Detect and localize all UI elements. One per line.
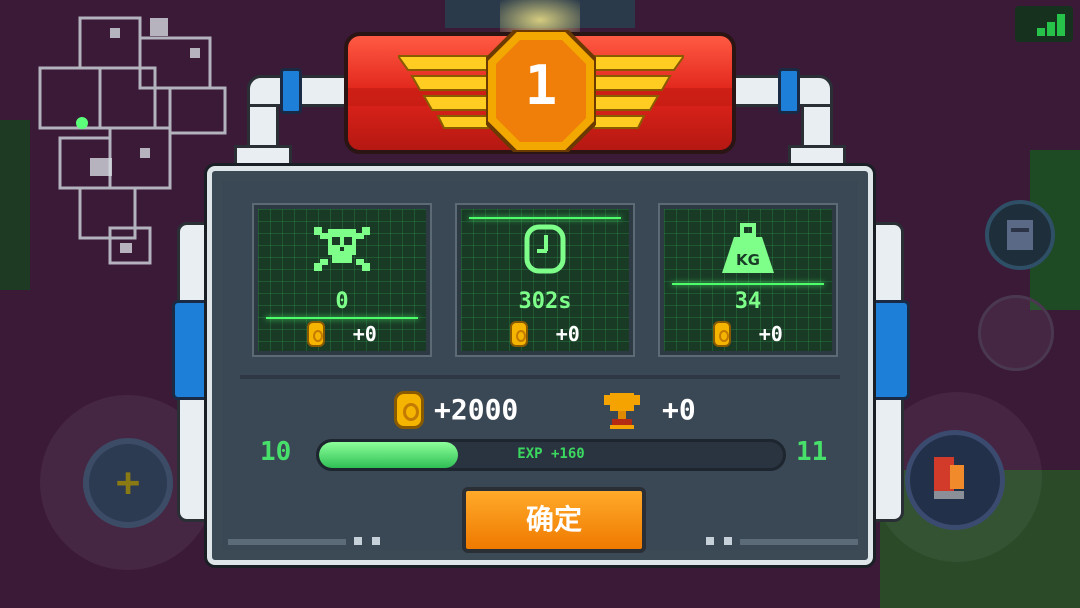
experience-bar: EXP +160 — [316, 439, 786, 471]
player-marker-icon — [76, 117, 88, 129]
screen-scanline — [266, 317, 418, 319]
kills-stat-box: 0 +0 — [252, 203, 432, 357]
trophy-total: +0 — [662, 393, 696, 426]
coin-icon — [713, 321, 732, 347]
screen-scanline — [469, 217, 621, 219]
game-screen: + 0 +0 302s +0 KG 34 +0 +2000 +0 10 EXP … — [0, 0, 1080, 608]
joystick-knob[interactable]: + — [83, 438, 173, 528]
time-stat-box: 302s +0 — [455, 203, 635, 357]
time-reward-text: +0 — [555, 322, 580, 346]
gold-total: +2000 — [434, 393, 519, 426]
coin-icon — [307, 321, 326, 347]
rank-badge: 1 — [484, 28, 598, 154]
confirm-button[interactable]: 确定 — [462, 487, 646, 553]
gold-coin-icon — [394, 391, 424, 429]
time-value: 302s — [518, 289, 572, 314]
footer-dot — [706, 537, 714, 545]
attack-button[interactable] — [905, 430, 1005, 530]
totals-row: +2000 +0 — [222, 387, 858, 431]
footer-strip-left — [228, 539, 346, 545]
time-reward: +0 — [461, 321, 629, 349]
screen-scanline — [672, 283, 824, 285]
weapon-swap-button[interactable] — [978, 295, 1054, 371]
weight-reward-text: +0 — [758, 322, 783, 346]
weapon-icon — [934, 457, 964, 499]
results-panel: 0 +0 302s +0 KG 34 +0 +2000 +0 10 EXP +1… — [207, 166, 873, 565]
weight-value: 34 — [734, 289, 762, 314]
kg-label: KG — [736, 251, 760, 269]
clock-icon — [513, 223, 577, 279]
character-skill-button[interactable] — [985, 200, 1055, 270]
coin-icon — [510, 321, 529, 347]
next-level: 11 — [796, 437, 828, 467]
weight-stat-box: KG 34 +0 — [658, 203, 838, 357]
left-pipe-collar — [280, 68, 302, 114]
footer-strip-right — [740, 539, 858, 545]
current-level: 10 — [260, 437, 292, 467]
kills-reward-text: +0 — [352, 322, 377, 346]
results-panel-inner: 0 +0 302s +0 KG 34 +0 +2000 +0 10 EXP +1… — [222, 181, 858, 553]
footer-dot — [372, 537, 380, 545]
right-pipe-collar — [778, 68, 800, 114]
rank-number: 1 — [524, 54, 558, 117]
left-wing-icon — [398, 55, 489, 129]
skull-crossbones-icon — [310, 223, 374, 279]
experience-label: EXP +160 — [517, 446, 585, 462]
right-wing-icon — [593, 55, 684, 129]
kills-reward: +0 — [258, 321, 426, 349]
signal-strength-icon — [1015, 6, 1073, 42]
weight-kg-icon: KG — [716, 223, 780, 279]
footer-dot — [354, 537, 362, 545]
knight-icon — [1007, 220, 1033, 250]
footer-dot — [724, 537, 732, 545]
plus-icon: + — [115, 460, 141, 506]
panel-divider — [240, 375, 840, 379]
weight-reward: +0 — [664, 321, 832, 349]
trophy-icon — [604, 393, 640, 429]
kills-value: 0 — [335, 289, 349, 314]
